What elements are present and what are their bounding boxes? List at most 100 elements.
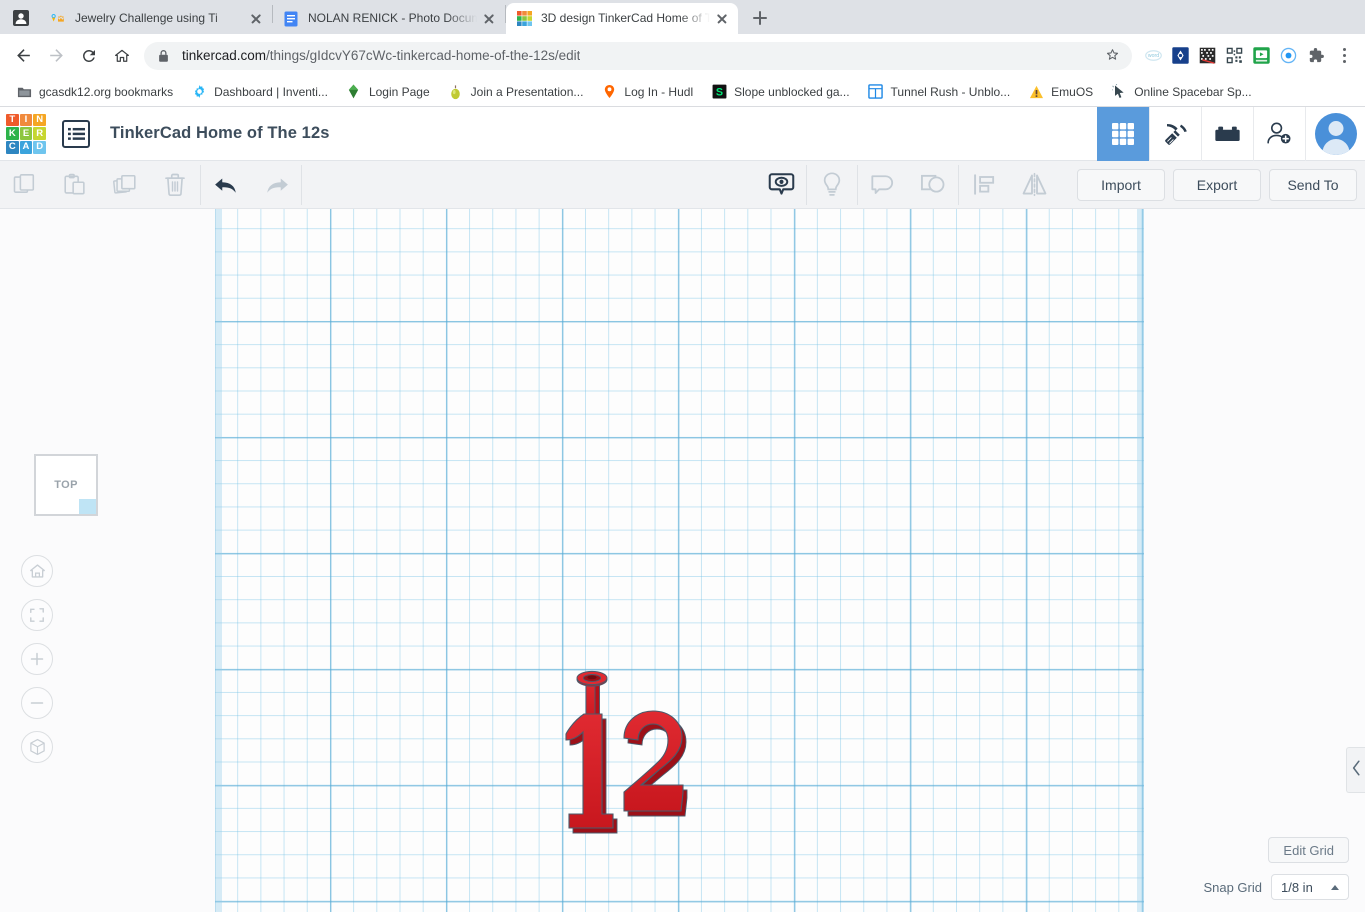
reload-icon[interactable] <box>74 41 104 71</box>
home-icon[interactable] <box>107 41 137 71</box>
bookmark-item-1[interactable]: Dashboard | Inventi... <box>183 80 336 104</box>
ungroup-shapes-icon[interactable] <box>908 161 958 209</box>
tab-title: 3D design TinkerCad Home of Th <box>541 3 710 34</box>
logo-tile-c: C <box>6 141 19 154</box>
address-bar-url: tinkercad.com/things/gIdcvY67cWc-tinkerc… <box>182 48 580 63</box>
edit-grid-button[interactable]: Edit Grid <box>1268 837 1349 863</box>
zoom-in-icon[interactable] <box>21 643 53 675</box>
bookmark-label: Log In - Hudl <box>624 85 693 99</box>
bookmark-label: EmuOS <box>1051 85 1093 99</box>
logo-tile-t: T <box>6 114 19 127</box>
new-tab-button[interactable] <box>746 4 774 32</box>
bookmark-item-4[interactable]: Log In - Hudl <box>593 80 701 104</box>
duplicate-icon[interactable] <box>100 161 150 209</box>
view-cube[interactable]: TOP <box>34 454 98 516</box>
browser-tabstrip: Jewelry Challenge using Ti NOLAN RENICK … <box>0 0 1365 34</box>
view-cube-face-label: TOP <box>54 479 78 491</box>
browser-nav-toolbar: tinkercad.com/things/gIdcvY67cWc-tinkerc… <box>0 34 1365 77</box>
page-title: TinkerCad Home of The 12s <box>110 124 330 143</box>
history-group <box>201 161 301 209</box>
qr-code-icon[interactable] <box>1221 43 1247 69</box>
google-docs-icon <box>283 11 299 27</box>
add-person-icon[interactable] <box>1253 107 1305 161</box>
zoom-out-icon[interactable] <box>21 687 53 719</box>
bookmark-item-8[interactable]: Online Spacebar Sp... <box>1103 80 1259 104</box>
browser-tab-2[interactable]: 3D design TinkerCad Home of Th <box>506 3 738 34</box>
browser-tab-0[interactable]: Jewelry Challenge using Ti <box>40 3 272 34</box>
home-view-icon[interactable] <box>21 555 53 587</box>
diamond-blue-icon[interactable] <box>1167 43 1193 69</box>
qr-scanner-icon[interactable] <box>1194 43 1220 69</box>
puzzle-piece-icon[interactable] <box>1302 43 1328 69</box>
bookmark-item-6[interactable]: Tunnel Rush - Unblo... <box>860 80 1019 104</box>
forward-arrow-icon[interactable] <box>41 41 71 71</box>
align-icon[interactable] <box>959 161 1009 209</box>
digit-two <box>624 711 687 816</box>
user-avatar <box>1315 113 1357 155</box>
panel-toggle-button[interactable] <box>1346 747 1365 793</box>
logo-tile-d: D <box>33 141 46 154</box>
cursor-icon <box>1111 84 1127 100</box>
svg-text:S: S <box>716 87 723 99</box>
close-icon[interactable] <box>248 11 264 27</box>
pear-icon <box>448 84 464 100</box>
paste-icon[interactable] <box>50 161 100 209</box>
copy-icon[interactable] <box>0 161 50 209</box>
snap-grid-value: 1/8 in <box>1281 880 1313 895</box>
word-cloud-icon[interactable]: word <box>1140 43 1166 69</box>
viewport-nav-controls <box>21 555 53 763</box>
import-button[interactable]: Import <box>1077 169 1165 201</box>
bookmark-item-0[interactable]: gcasdk12.org bookmarks <box>8 80 181 104</box>
grid-blocks-icon[interactable] <box>1097 107 1149 161</box>
bookmark-item-3[interactable]: Join a Presentation... <box>440 80 592 104</box>
bookmark-item-2[interactable]: Login Page <box>338 80 438 104</box>
send-to-button[interactable]: Send To <box>1269 169 1357 201</box>
fit-to-view-icon[interactable] <box>21 599 53 631</box>
profile-avatar-icon[interactable] <box>8 5 34 31</box>
screencastify-icon[interactable] <box>1248 43 1274 69</box>
group-shapes-icon[interactable] <box>858 161 908 209</box>
eye-hide-icon[interactable] <box>756 161 806 209</box>
hamburger-list-icon[interactable] <box>62 120 90 148</box>
lightbulb-note-icon[interactable] <box>807 161 857 209</box>
tinkercad-header: T I N K E R C A D TinkerCad <box>0 107 1365 161</box>
edit-tools-group <box>0 161 200 209</box>
redo-arrow-icon[interactable] <box>251 161 301 209</box>
bookmarks-bar: gcasdk12.org bookmarks Dashboard | Inven… <box>0 77 1365 107</box>
lego-brick-icon[interactable] <box>1201 107 1253 161</box>
logo-tile-a: A <box>20 141 33 154</box>
trash-icon[interactable] <box>150 161 200 209</box>
bookmark-item-7[interactable]: EmuOS <box>1020 80 1101 104</box>
export-button[interactable]: Export <box>1173 169 1261 201</box>
view-tools-group <box>756 161 1059 209</box>
window-icon <box>868 84 884 100</box>
tinkercad-logo[interactable]: T I N K E R C A D <box>4 112 48 156</box>
bookmark-label: gcasdk12.org bookmarks <box>39 85 173 99</box>
workplane-canvas[interactable]: TOP <box>0 209 1365 912</box>
tinkercad-toolbar: Import Export Send To <box>0 161 1365 209</box>
back-arrow-icon[interactable] <box>8 41 38 71</box>
orthographic-view-icon[interactable] <box>21 731 53 763</box>
view-cube-corner-highlight[interactable] <box>79 499 96 514</box>
mirror-flip-icon[interactable] <box>1009 161 1059 209</box>
address-bar[interactable]: tinkercad.com/things/gIdcvY67cWc-tinkerc… <box>144 42 1132 70</box>
kebab-menu-icon[interactable] <box>1331 43 1357 69</box>
avatar[interactable] <box>1305 107 1365 161</box>
logo-tile-k: K <box>6 127 19 140</box>
close-icon[interactable] <box>714 11 730 27</box>
undo-arrow-icon[interactable] <box>201 161 251 209</box>
close-icon[interactable] <box>481 11 497 27</box>
tinkercad-icon <box>516 11 532 27</box>
svg-text:word: word <box>1147 53 1158 59</box>
number-12-keychain-object[interactable] <box>555 664 760 864</box>
bookmark-label: Slope unblocked ga... <box>734 85 849 99</box>
browser-tab-1[interactable]: NOLAN RENICK - Photo Docume <box>273 3 505 34</box>
codeblocks-pickaxe-icon[interactable] <box>1149 107 1201 161</box>
record-dot-icon[interactable] <box>1275 43 1301 69</box>
bookmark-label: Tunnel Rush - Unblo... <box>891 85 1011 99</box>
grid-right-edge <box>1137 209 1144 912</box>
star-icon[interactable] <box>1104 46 1124 66</box>
snap-grid-select[interactable]: 1/8 in <box>1271 874 1349 900</box>
tinkercad-app: T I N K E R C A D TinkerCad <box>0 107 1365 912</box>
bookmark-item-5[interactable]: S Slope unblocked ga... <box>703 80 857 104</box>
